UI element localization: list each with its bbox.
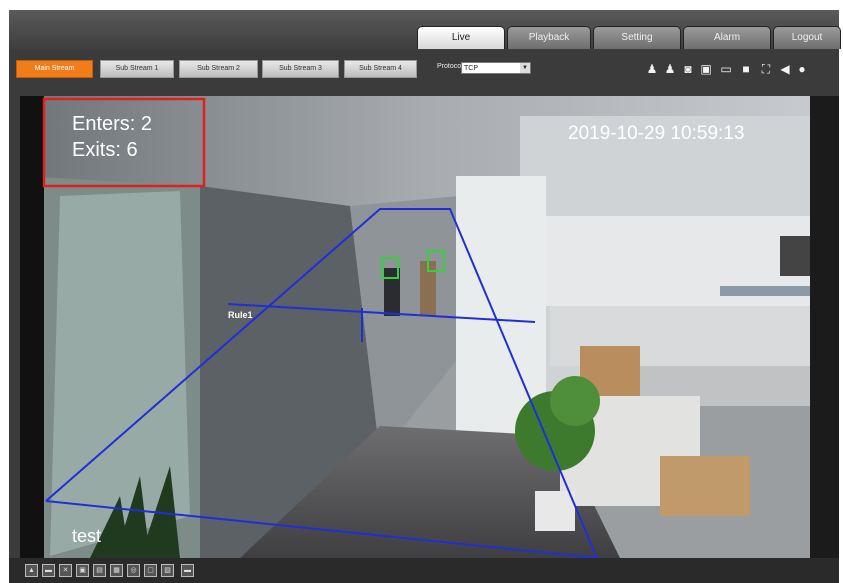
sub-stream-2-button[interactable]: Sub Stream 2	[179, 60, 258, 78]
tab-alarm[interactable]: Alarm	[683, 26, 771, 49]
user-icon[interactable]: ♟	[645, 62, 659, 76]
mic-icon[interactable]: ●	[795, 62, 809, 76]
ratio-icon[interactable]: ▬	[42, 564, 55, 577]
fullscreen-icon[interactable]: ▭	[719, 62, 733, 76]
timestamp: 2019-10-29 10:59:13	[568, 123, 744, 144]
enters-count: Enters: 2	[72, 113, 152, 135]
camera-frame: Rule1 Enters: 2 Exits: 6 2019-10-29 10:5…	[20, 96, 839, 558]
fullwin-icon[interactable]: ▧	[161, 564, 174, 577]
zoom-icon[interactable]: ⛶	[759, 62, 773, 76]
ptz-icon[interactable]: ▣	[76, 564, 89, 577]
users-icon[interactable]: ♟	[663, 62, 677, 76]
zoom-icon[interactable]: ✕	[59, 564, 72, 577]
audio-icon[interactable]: ◀	[778, 62, 792, 76]
close-icon[interactable]: ▬	[181, 564, 194, 577]
camera-icon[interactable]: ■	[739, 62, 753, 76]
region-icon[interactable]: ▦	[110, 564, 123, 577]
top-navigation: Live Playback Setting Alarm Logout	[9, 10, 841, 50]
tab-live[interactable]: Live	[417, 26, 505, 49]
stream-toolbar: Main Stream Sub Stream 1 Sub Stream 2 Su…	[9, 50, 839, 80]
video-control-bar: ▲ ▬ ✕ ▣ ▤ ▦ ◎ ▢ ▧ ▬	[9, 558, 839, 583]
fisheye-icon[interactable]: ▤	[93, 564, 106, 577]
rule-label: Rule1	[228, 310, 253, 320]
chevron-down-icon: ▼	[520, 63, 530, 73]
channel-name: test	[72, 526, 101, 546]
main-stream-button[interactable]: Main Stream	[16, 60, 93, 78]
tab-setting[interactable]: Setting	[593, 26, 681, 49]
tab-logout[interactable]: Logout	[773, 26, 841, 49]
dvr-web-client: Live Playback Setting Alarm Logout Main …	[9, 10, 841, 583]
live-video-view[interactable]: Rule1 Enters: 2 Exits: 6 2019-10-29 10:5…	[20, 96, 839, 558]
record-icon[interactable]: ▣	[699, 62, 713, 76]
protocol-select[interactable]: TCP ▼	[461, 62, 531, 74]
grid-icon[interactable]: ▢	[144, 564, 157, 577]
protocol-label: Protocol	[437, 63, 463, 70]
protocol-value: TCP	[464, 65, 478, 72]
sub-stream-1-button[interactable]: Sub Stream 1	[100, 60, 174, 78]
restore-icon[interactable]: ▲	[25, 564, 38, 577]
snapshot-icon[interactable]: ◙	[681, 62, 695, 76]
tab-playback[interactable]: Playback	[507, 26, 591, 49]
fit-icon[interactable]: ◎	[127, 564, 140, 577]
sub-stream-4-button[interactable]: Sub Stream 4	[344, 60, 417, 78]
sub-stream-3-button[interactable]: Sub Stream 3	[262, 60, 339, 78]
exits-count: Exits: 6	[72, 139, 138, 161]
